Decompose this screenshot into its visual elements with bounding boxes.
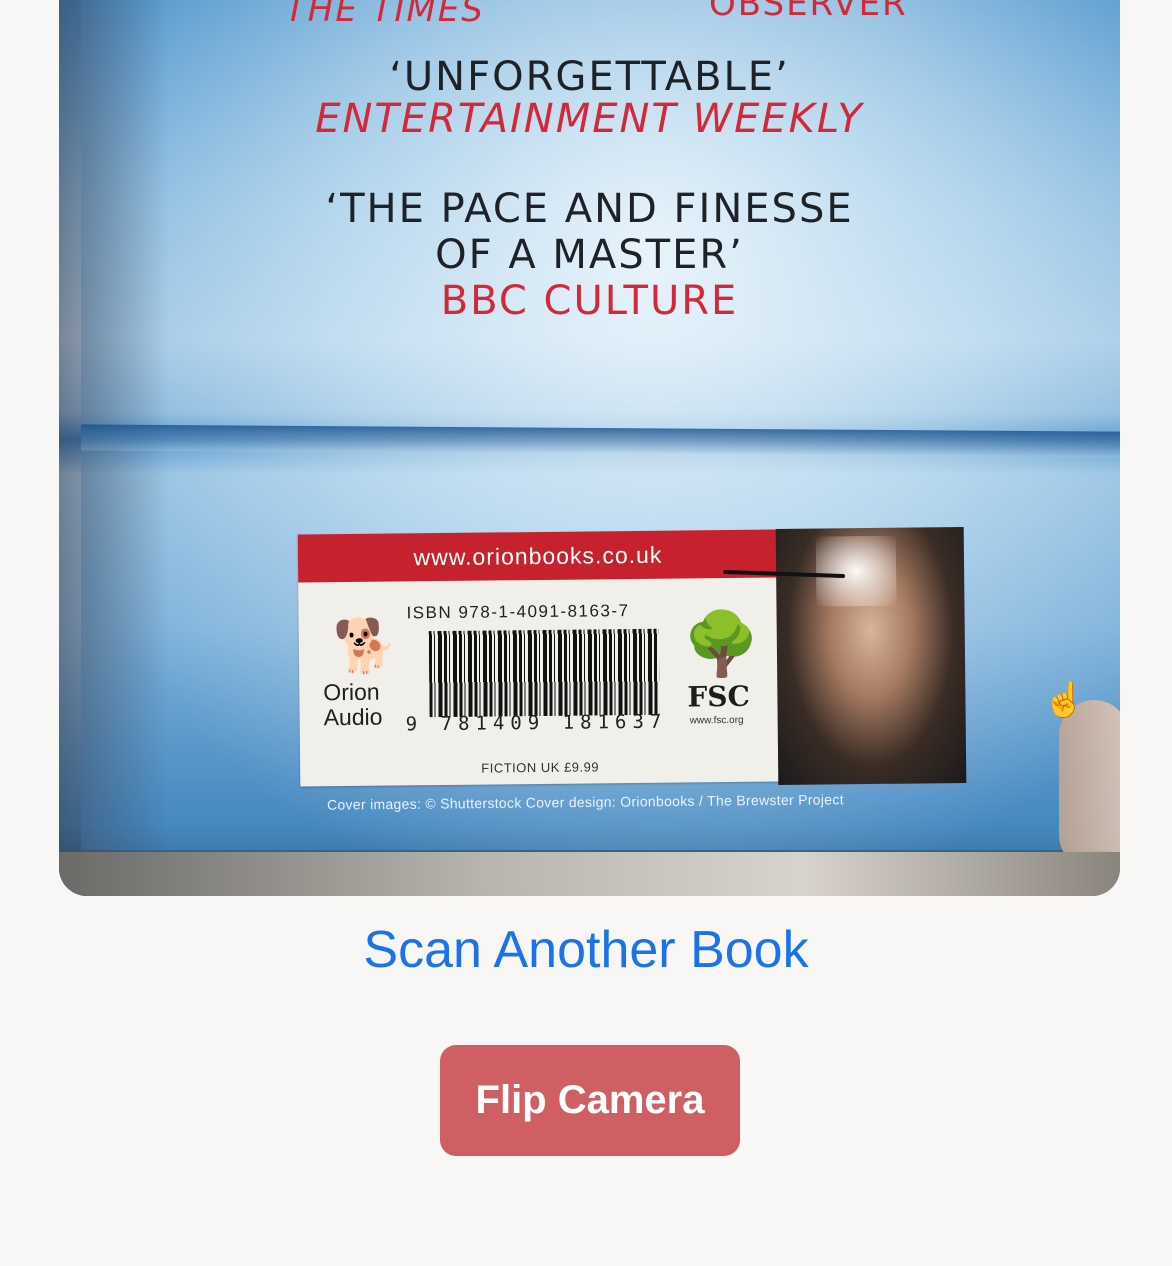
quote-source-times: THE TIMES: [285, 0, 485, 30]
barcode: [428, 628, 660, 718]
author-photo: [775, 527, 967, 785]
publisher-logo-text: Orion Audio: [323, 678, 383, 731]
quote-source-observer: OBSERVER: [709, 0, 908, 24]
fsc-logo: FSC: [687, 679, 750, 714]
barcode-digits: 9 781409 181637: [405, 710, 668, 736]
flip-camera-button[interactable]: Flip Camera: [440, 1045, 740, 1156]
quote-source-bbc: BBC CULTURE: [440, 278, 739, 324]
fsc-url: www.fsc.org: [689, 714, 744, 727]
quote-pace-line2: OF A MASTER’: [435, 232, 744, 278]
publisher-url: www.orionbooks.co.uk: [297, 529, 779, 583]
category-price: FICTION UK £9.99: [481, 759, 600, 776]
quote-source-ew: ENTERTAINMENT WEEKLY: [315, 96, 864, 142]
preview-bottom-strip: [59, 852, 1120, 896]
camera-preview: THE TIMES OBSERVER ‘UNFORGETTABLE’ ENTER…: [59, 0, 1120, 896]
finger: [1059, 700, 1120, 870]
quote-pace-line1: ‘THE PACE AND FINESSE: [325, 186, 854, 232]
barcode-label: www.orionbooks.co.uk 🐕 Orion Audio ISBN …: [297, 529, 781, 787]
scan-another-book-link[interactable]: Scan Another Book: [0, 920, 1172, 980]
hand-pointer-icon: ☝: [1043, 681, 1086, 719]
fsc-tree-icon: 🌳: [682, 609, 761, 680]
quote-unforgettable: ‘UNFORGETTABLE’: [389, 54, 790, 100]
isbn-text: ISBN 978-1-4091-8163-7: [406, 601, 630, 623]
orion-audio-dog-icon: 🐕: [332, 617, 398, 677]
photo-glare: [815, 535, 897, 607]
